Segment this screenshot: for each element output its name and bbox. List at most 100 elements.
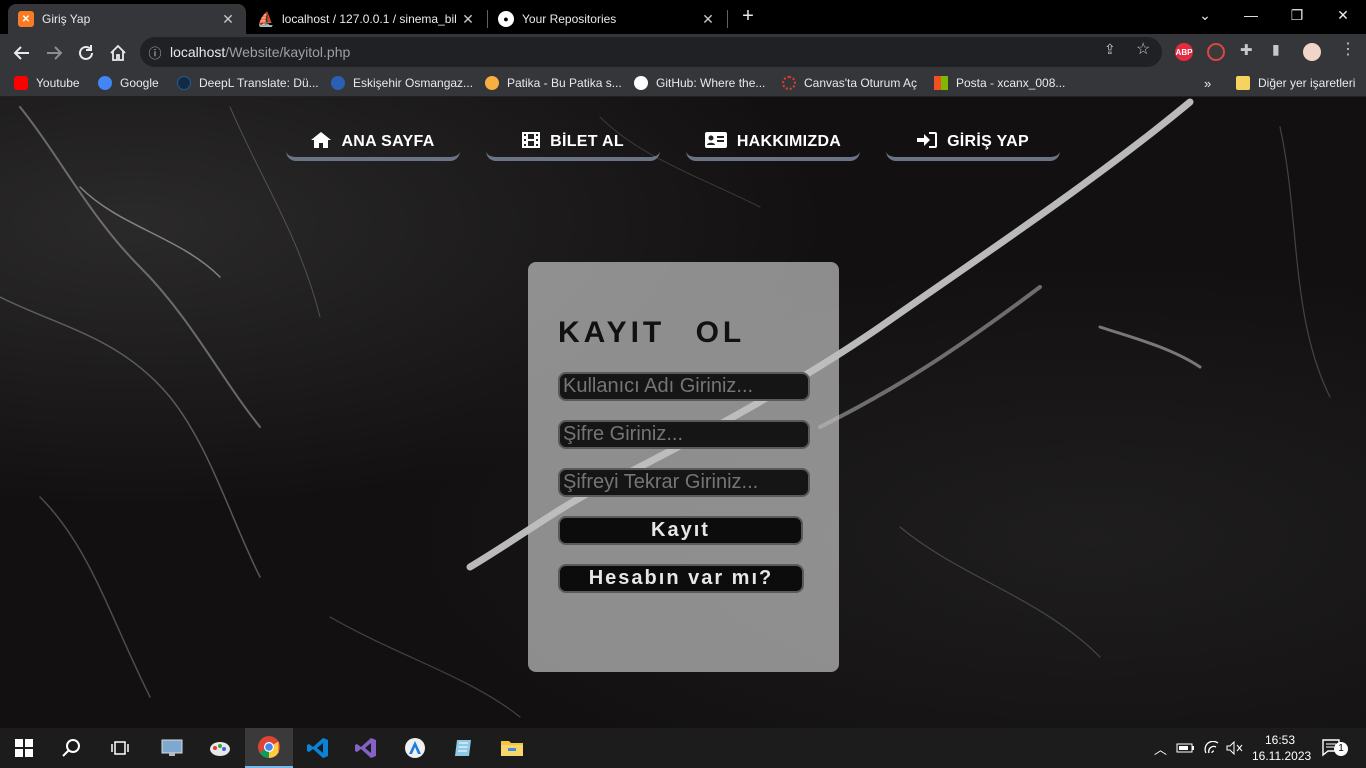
tab-title: Giriş Yap xyxy=(42,12,91,26)
tab-strip: ✕ Giriş Yap ✕ ⛵ localhost / 127.0.0.1 / … xyxy=(0,0,1366,34)
microsoft-icon xyxy=(934,76,948,90)
form-title: KAYIT OL xyxy=(558,316,746,349)
close-tab-icon[interactable]: ✕ xyxy=(460,11,476,28)
close-window-icon[interactable]: ✕ xyxy=(1320,0,1366,30)
sign-in-icon xyxy=(917,131,938,153)
extension-glasses-icon[interactable] xyxy=(1207,43,1225,61)
tab-your-repositories[interactable]: ● Your Repositories ✕ xyxy=(488,4,726,34)
close-tab-icon[interactable]: ✕ xyxy=(700,11,716,28)
browser-toolbar: ⓘ localhost/Website/kayitol.php ⇪ ☆ ABP … xyxy=(0,34,1366,71)
url-host: localhost xyxy=(170,44,226,60)
visual-studio-icon[interactable] xyxy=(342,728,390,768)
windows-start-icon[interactable] xyxy=(0,728,48,768)
nav-label: ANA SAYFA xyxy=(341,133,435,150)
tab-search-icon[interactable]: ⌄ xyxy=(1182,0,1228,30)
adblock-plus-icon[interactable]: ABP xyxy=(1175,43,1193,61)
share-icon[interactable]: ⇪ xyxy=(1104,41,1116,58)
youtube-icon xyxy=(14,76,28,90)
clock-date: 16.11.2023 xyxy=(1252,749,1312,763)
film-icon xyxy=(522,131,541,153)
profile-avatar-icon[interactable] xyxy=(1303,43,1321,61)
windows-taskbar: ︿ 16:53 16.11.2023 1 xyxy=(0,728,1366,768)
xampp-icon: ✕ xyxy=(18,11,34,27)
nav-giris-yap[interactable]: GİRİŞ YAP xyxy=(886,127,1060,161)
nav-bilet-al[interactable]: BİLET AL xyxy=(486,127,660,161)
nav-label: BİLET AL xyxy=(550,133,624,150)
bookmark-label: GitHub: Where the... xyxy=(656,76,766,90)
side-panel-icon[interactable]: ▮ xyxy=(1272,41,1280,58)
bookmarks-bar: Youtube Google DeepL Translate: Dü... Es… xyxy=(0,71,1366,97)
tab-phpmyadmin[interactable]: ⛵ localhost / 127.0.0.1 / sinema_bil ✕ xyxy=(248,4,486,34)
new-tab-icon[interactable]: + xyxy=(738,6,758,26)
extensions-puzzle-icon[interactable]: ✚ xyxy=(1240,41,1253,59)
university-icon xyxy=(331,76,345,90)
battery-icon[interactable] xyxy=(1176,728,1196,768)
folder-icon xyxy=(1236,76,1250,90)
other-bookmarks-folder[interactable]: Diğer yer işaretleri xyxy=(1236,76,1355,90)
id-card-icon xyxy=(704,131,727,153)
google-icon xyxy=(98,76,112,90)
bookmark-github[interactable]: GitHub: Where the... xyxy=(634,76,765,90)
address-bar[interactable]: ⓘ localhost/Website/kayitol.php xyxy=(140,37,1162,67)
bookmark-youtube[interactable]: Youtube xyxy=(14,76,80,90)
github-icon xyxy=(634,76,648,90)
bookmark-label: DeepL Translate: Dü... xyxy=(199,76,319,90)
notification-center-icon[interactable]: 1 xyxy=(1322,728,1348,768)
register-button[interactable]: Kayıt xyxy=(558,516,803,545)
back-icon[interactable] xyxy=(8,39,36,67)
bookmark-star-icon[interactable]: ☆ xyxy=(1136,39,1150,59)
more-bookmarks-icon[interactable]: » xyxy=(1204,76,1211,91)
tab-title: Your Repositories xyxy=(522,12,617,26)
bookmark-label: Youtube xyxy=(36,76,80,90)
app-store-icon[interactable] xyxy=(391,728,439,768)
bookmark-google[interactable]: Google xyxy=(98,76,159,90)
tray-chevron-up-icon[interactable]: ︿ xyxy=(1154,728,1167,768)
have-account-link[interactable]: Hesabın var mı? xyxy=(558,564,804,593)
bookmark-esogu[interactable]: Eskişehir Osmangaz... xyxy=(331,76,473,90)
home-button-icon[interactable] xyxy=(104,39,132,67)
site-info-icon[interactable]: ⓘ xyxy=(140,43,170,62)
bookmark-label: Diğer yer işaretleri xyxy=(1258,76,1356,90)
close-tab-icon[interactable]: ✕ xyxy=(220,11,236,28)
tab-title: localhost / 127.0.0.1 / sinema_bil xyxy=(282,12,457,26)
chrome-taskbar-icon[interactable] xyxy=(245,728,293,768)
nav-label: HAKKIMIZDA xyxy=(736,133,842,150)
paint-icon[interactable] xyxy=(196,728,244,768)
patika-icon xyxy=(485,76,499,90)
tab-giris-yap[interactable]: ✕ Giriş Yap ✕ xyxy=(8,4,246,34)
bookmark-patika[interactable]: Patika - Bu Patika s... xyxy=(485,76,622,90)
username-input[interactable] xyxy=(558,372,810,401)
bookmark-deepl[interactable]: DeepL Translate: Dü... xyxy=(177,76,319,90)
nav-ana-sayfa[interactable]: ANA SAYFA xyxy=(286,127,460,161)
wifi-icon[interactable] xyxy=(1204,728,1220,768)
deepl-icon xyxy=(177,76,191,90)
bookmark-label: Posta - xcanx_008... xyxy=(956,76,1066,90)
password-repeat-input[interactable] xyxy=(558,468,810,497)
restore-icon[interactable]: ❐ xyxy=(1274,0,1320,30)
home-icon xyxy=(311,131,332,153)
bookmark-outlook[interactable]: Posta - xcanx_008... xyxy=(934,76,1065,90)
nav-hakkimizda[interactable]: HAKKIMIZDA xyxy=(686,127,860,161)
notes-app-icon[interactable] xyxy=(440,728,488,768)
bookmark-label: Google xyxy=(120,76,159,90)
task-view-icon[interactable] xyxy=(96,728,144,768)
tab-separator xyxy=(727,10,728,28)
password-input[interactable] xyxy=(558,420,810,449)
search-icon[interactable] xyxy=(48,728,96,768)
url-path: /Website/kayitol.php xyxy=(225,44,351,60)
bookmark-canvas[interactable]: Canvas'ta Oturum Aç xyxy=(782,76,917,90)
phpmyadmin-icon: ⛵ xyxy=(257,10,275,27)
notification-badge: 1 xyxy=(1334,742,1348,756)
file-explorer-icon[interactable] xyxy=(488,728,536,768)
volume-muted-icon[interactable] xyxy=(1226,728,1244,768)
github-icon: ● xyxy=(498,11,514,27)
clock-time: 16:53 xyxy=(1264,733,1296,747)
menu-kebab-icon[interactable]: ⋮ xyxy=(1340,39,1356,59)
forward-icon[interactable] xyxy=(40,39,68,67)
minimize-icon[interactable]: — xyxy=(1228,0,1274,30)
vscode-icon[interactable] xyxy=(294,728,342,768)
reload-icon[interactable] xyxy=(72,39,100,67)
system-clock[interactable]: 16:53 16.11.2023 xyxy=(1252,732,1312,764)
url-text: localhost/Website/kayitol.php xyxy=(170,44,350,60)
app-monitor-icon[interactable] xyxy=(148,728,196,768)
